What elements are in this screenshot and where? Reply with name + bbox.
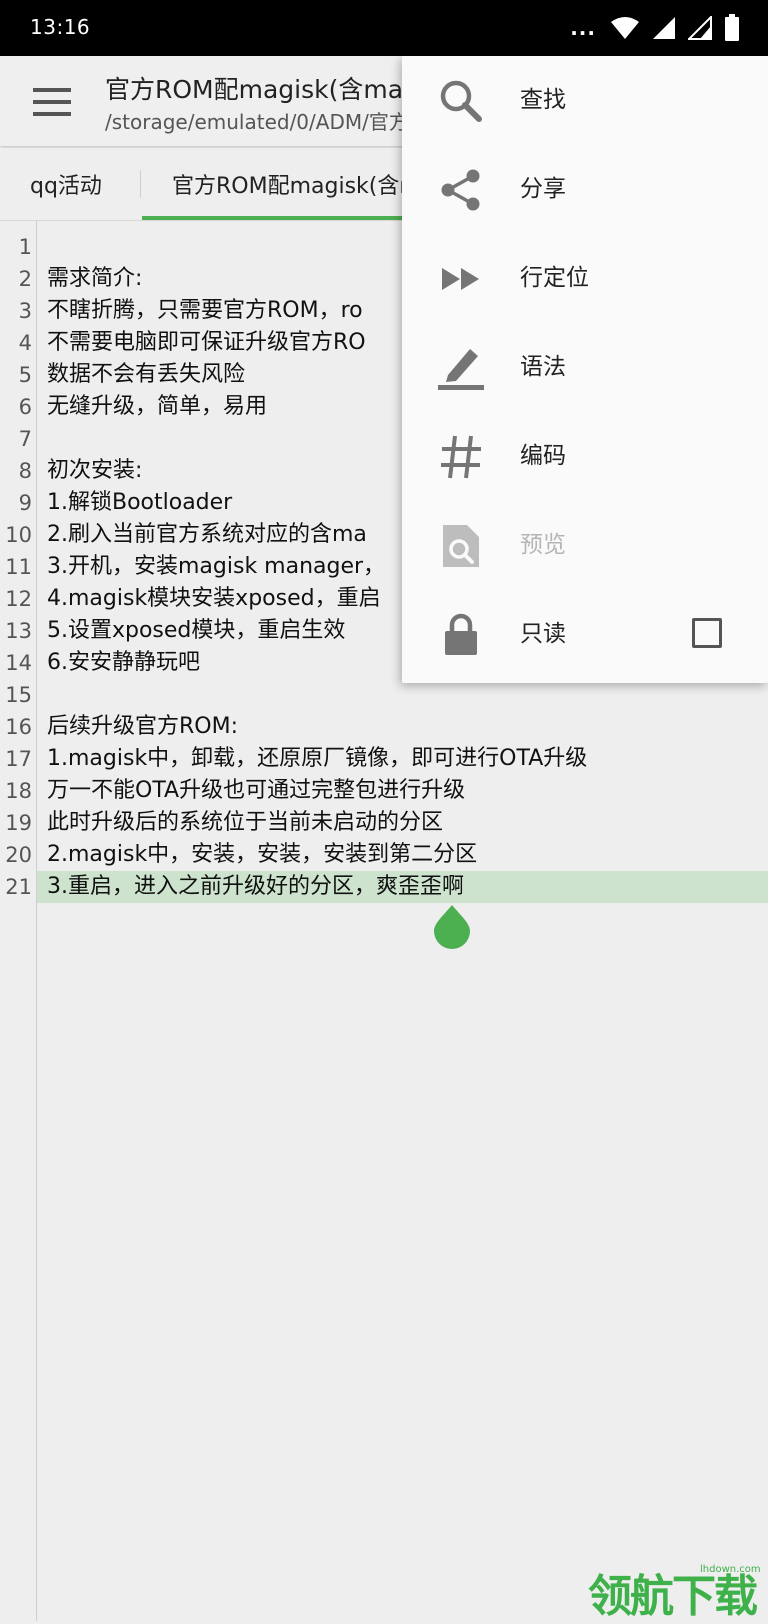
line-number: 20 <box>5 843 32 867</box>
overflow-menu: 查找 分享 行定位 语法 编码 预览 只读 <box>402 56 768 683</box>
navigation-menu-button[interactable] <box>22 74 82 130</box>
menu-item-preview[interactable]: 预览 <box>402 501 768 590</box>
line-number: 7 <box>18 427 32 451</box>
tab-label: 官方ROM配magisk(含m <box>172 174 421 199</box>
line-number: 18 <box>5 779 32 803</box>
line-number: 15 <box>5 683 32 707</box>
line-text: 1.magisk中，卸载，还原原厂镜像，即可进行OTA升级 <box>47 746 588 771</box>
line-number: 19 <box>5 811 32 835</box>
fast-forward-icon <box>438 256 484 302</box>
line-number: 17 <box>5 747 32 771</box>
status-time: 13:16 <box>30 15 91 39</box>
line-number: 6 <box>18 395 32 419</box>
tab-official-rom[interactable]: 官方ROM配magisk(含m <box>172 148 421 220</box>
line-number: 10 <box>5 523 32 547</box>
line-number: 9 <box>18 491 32 515</box>
code-line[interactable]: 18 万一不能OTA升级也可通过完整包进行升级 <box>0 775 768 807</box>
tab-label: qq活动 <box>30 174 102 199</box>
menu-label: 行定位 <box>520 265 589 291</box>
lock-icon <box>438 612 484 658</box>
text-cursor-handle-icon <box>434 905 470 949</box>
line-text: 2.刷入当前官方系统对应的含ma <box>47 522 367 547</box>
current-code-line[interactable]: 21 3.重启，进入之前升级好的分区，爽歪歪啊 <box>5 871 768 903</box>
line-number: 21 <box>5 875 32 899</box>
line-text: 不瞎折腾，只需要官方ROM，ro <box>47 298 363 323</box>
line-text: 初次安装: <box>47 458 143 483</box>
watermark-logo: 领航下载 lhdown.com <box>588 1560 768 1622</box>
line-number: 2 <box>18 267 32 291</box>
line-text: 此时升级后的系统位于当前未启动的分区 <box>47 810 444 835</box>
status-icons: ... <box>570 14 740 42</box>
share-icon <box>438 167 484 213</box>
menu-item-share[interactable]: 分享 <box>402 145 768 234</box>
menu-label: 只读 <box>520 621 566 647</box>
preview-icon <box>438 523 484 569</box>
wifi-icon <box>610 16 640 40</box>
menu-item-goto-line[interactable]: 行定位 <box>402 234 768 323</box>
line-number: 3 <box>18 299 32 323</box>
line-number: 12 <box>5 587 32 611</box>
read-only-checkbox[interactable] <box>692 618 722 648</box>
line-number: 11 <box>5 555 32 579</box>
menu-item-find[interactable]: 查找 <box>402 56 768 145</box>
highlighter-icon <box>438 345 484 391</box>
code-line[interactable]: 16 后续升级官方ROM: <box>0 711 768 743</box>
line-text: 不需要电脑即可保证升级官方RO <box>47 330 366 355</box>
line-text: 万一不能OTA升级也可通过完整包进行升级 <box>47 778 466 803</box>
line-text: 3.重启，进入之前升级好的分区，爽歪歪啊 <box>47 874 464 899</box>
line-text: 3.开机，安装magisk manager， <box>47 554 386 579</box>
code-line[interactable]: 17 1.magisk中，卸载，还原原厂镜像，即可进行OTA升级 <box>0 743 768 775</box>
watermark-url: lhdown.com <box>700 1564 761 1575</box>
notification-dots-icon: ... <box>570 16 596 40</box>
hamburger-menu-icon <box>33 88 71 116</box>
code-line[interactable]: 19 此时升级后的系统位于当前未启动的分区 <box>0 807 768 839</box>
menu-label: 预览 <box>520 532 566 558</box>
line-number: 4 <box>18 331 32 355</box>
line-text: 2.magisk中，安装，安装，安装到第二分区 <box>47 842 478 867</box>
cellular-signal-icon <box>652 16 676 40</box>
line-number: 1 <box>18 235 32 259</box>
line-text: 4.magisk模块安装xposed，重启 <box>47 586 381 611</box>
line-number: 14 <box>5 651 32 675</box>
line-text: 无缝升级，简单，易用 <box>47 394 268 419</box>
line-text: 数据不会有丢失风险 <box>47 362 246 387</box>
cursor-handle[interactable] <box>432 905 472 953</box>
menu-label: 编码 <box>520 443 566 469</box>
menu-item-encoding[interactable]: 编码 <box>402 412 768 501</box>
menu-item-syntax[interactable]: 语法 <box>402 323 768 412</box>
menu-label: 语法 <box>520 354 566 380</box>
hash-icon <box>438 434 484 480</box>
tab-qq-activity[interactable]: qq活动 <box>30 148 102 220</box>
line-text: 1.解锁Bootloader <box>47 490 233 515</box>
cellular-signal-2-icon <box>688 16 712 40</box>
tab-divider <box>140 170 141 198</box>
menu-label: 查找 <box>520 87 566 113</box>
line-number: 16 <box>5 715 32 739</box>
line-text: 后续升级官方ROM: <box>47 714 238 739</box>
file-path: /storage/emulated/0/ADM/官方 <box>105 110 409 134</box>
line-number: 5 <box>18 363 32 387</box>
search-icon <box>438 78 484 124</box>
line-text: 5.设置xposed模块，重启生效 <box>47 618 346 643</box>
code-line[interactable]: 15 <box>0 679 768 711</box>
line-text: 需求简介: <box>47 266 143 291</box>
menu-label: 分享 <box>520 176 566 202</box>
battery-icon <box>724 14 740 42</box>
status-bar: 13:16 ... <box>0 0 768 56</box>
menu-item-read-only[interactable]: 只读 <box>402 590 768 679</box>
code-line[interactable]: 20 2.magisk中，安装，安装，安装到第二分区 <box>0 839 768 871</box>
line-number: 8 <box>18 459 32 483</box>
line-number: 13 <box>5 619 32 643</box>
line-text: 6.安安静静玩吧 <box>47 650 200 675</box>
